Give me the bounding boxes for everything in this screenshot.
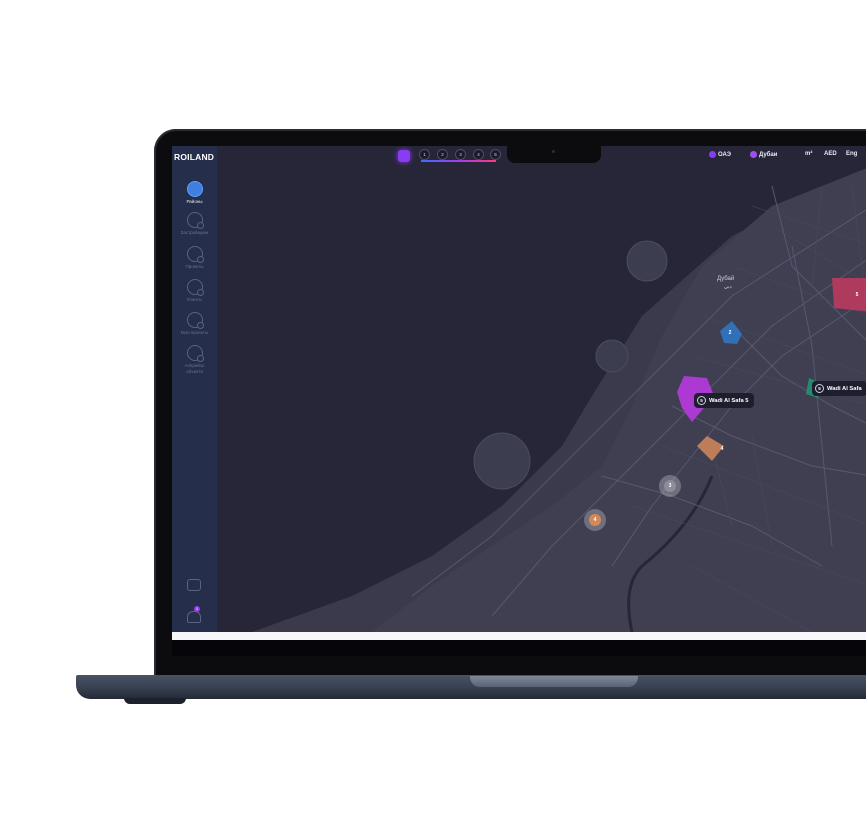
bell-icon[interactable] [187, 611, 201, 623]
my-projects-icon [186, 312, 204, 329]
chat-icon[interactable] [187, 579, 201, 591]
sidebar-item-units[interactable]: Юниты [172, 279, 217, 303]
language-toggle[interactable]: Eng [846, 151, 857, 157]
sidebar-item-label: Аппрейзл объекта [184, 363, 205, 374]
projects-icon [186, 246, 204, 263]
currency-toggle[interactable]: AED [824, 151, 837, 157]
map-marker[interactable]: 5 [852, 292, 862, 298]
laptop-chin [172, 640, 866, 656]
sidebar-item-developers[interactable]: Застройщики [172, 212, 217, 236]
district-icon [186, 181, 203, 197]
camera-notch [507, 146, 601, 163]
district-pin-wadi-al-safa-5[interactable]: 5 Wadi Al Safa 5 [694, 393, 754, 408]
city-selector[interactable]: Дубаи [750, 151, 777, 158]
screen-bottom-strip [172, 632, 866, 640]
map-canvas[interactable] [172, 146, 866, 632]
district-pin-wadi-al-safa[interactable]: 5 Wadi Al Safa [812, 381, 866, 396]
sidebar-item-projects[interactable]: Проекты [172, 246, 217, 270]
sidebar-item-label: Застройщики [180, 230, 209, 235]
laptop-foot [124, 698, 186, 704]
pin-number: 5 [697, 396, 706, 405]
city-label: Дубаи [759, 152, 778, 159]
sidebar: ROILAND Районы Застройщики Проекты Юниты… [172, 146, 217, 632]
city-label-arabic: دبي [724, 284, 732, 290]
appraisal-icon [186, 345, 204, 362]
map-marker[interactable]: 2 [725, 330, 735, 336]
developer-icon [186, 212, 204, 229]
camera-icon [552, 150, 555, 153]
notification-badge: 1 [194, 606, 200, 612]
country-selector[interactable]: ОАЭ [709, 151, 731, 158]
pin-number: 5 [815, 384, 824, 393]
sidebar-item-my-projects[interactable]: Мои проекты [172, 312, 217, 336]
sidebar-item-label: Мои проекты [180, 330, 209, 335]
map-marker[interactable]: 4 [717, 446, 727, 452]
location-icon [750, 151, 757, 158]
pin-label: Wadi Al Safa 5 [709, 398, 749, 405]
units-icon [186, 279, 204, 296]
unit-toggle[interactable]: m² [805, 151, 812, 157]
app-screen: Дубай دبي 2 4 3 4 5 5 Wadi Al Safa 5 5 Wad… [172, 146, 866, 632]
sidebar-item-districts[interactable]: Районы [172, 181, 217, 205]
sidebar-item-label: Юниты [187, 297, 202, 302]
globe-icon [709, 151, 716, 158]
sidebar-item-label: Проекты [185, 264, 204, 269]
pin-label: Wadi Al Safa [827, 386, 862, 393]
sidebar-item-label: Районы [186, 199, 203, 204]
city-label: Дубай [717, 276, 735, 282]
map-marker[interactable]: 4 [590, 517, 600, 523]
map-marker[interactable]: 3 [665, 483, 675, 489]
laptop-hinge [470, 676, 638, 687]
sidebar-item-appraisal[interactable]: Аппрейзл объекта [172, 345, 217, 374]
country-label: ОАЭ [718, 152, 731, 159]
